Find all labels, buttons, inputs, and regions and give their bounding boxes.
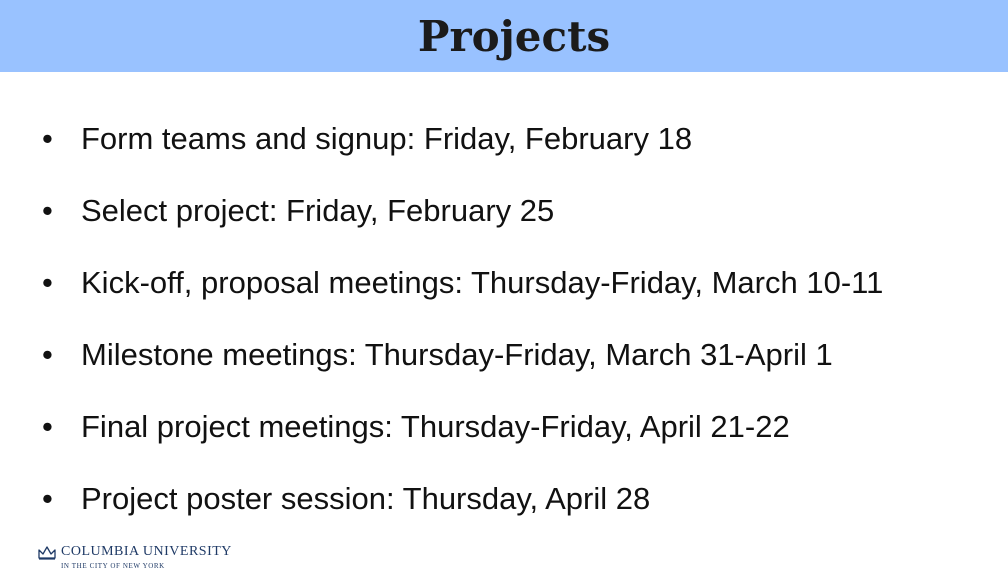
bullet-marker: •	[42, 337, 53, 372]
bullet-text: Final project meetings: Thursday-Friday,…	[81, 409, 790, 444]
list-item: • Project poster session: Thursday, Apri…	[0, 474, 1008, 546]
bullet-text: Select project: Friday, February 25	[81, 193, 555, 228]
logo-subtitle: IN THE CITY OF NEW YORK	[61, 562, 165, 570]
bullet-marker: •	[42, 121, 53, 156]
bullet-marker: •	[42, 193, 53, 228]
university-logo: COLUMBIA UNIVERSITY IN THE CITY OF NEW Y…	[38, 544, 232, 571]
list-item: • Kick-off, proposal meetings: Thursday-…	[0, 258, 1008, 330]
title-bar: Projects	[0, 0, 1008, 72]
bullet-text: Project poster session: Thursday, April …	[81, 481, 651, 516]
slide-title: Projects	[417, 11, 611, 61]
bullet-text: Milestone meetings: Thursday-Friday, Mar…	[81, 337, 833, 372]
bullet-marker: •	[42, 265, 53, 300]
list-item: • Final project meetings: Thursday-Frida…	[0, 402, 1008, 474]
crown-icon	[38, 546, 56, 560]
bullet-list: • Form teams and signup: Friday, Februar…	[0, 114, 1008, 546]
bullet-text: Kick-off, proposal meetings: Thursday-Fr…	[81, 265, 884, 300]
bullet-text: Form teams and signup: Friday, February …	[81, 121, 693, 156]
list-item: • Select project: Friday, February 25	[0, 186, 1008, 258]
list-item: • Milestone meetings: Thursday-Friday, M…	[0, 330, 1008, 402]
list-item: • Form teams and signup: Friday, Februar…	[0, 114, 1008, 186]
bullet-marker: •	[42, 409, 53, 444]
bullet-marker: •	[42, 481, 53, 516]
logo-name: COLUMBIA UNIVERSITY	[61, 544, 232, 559]
